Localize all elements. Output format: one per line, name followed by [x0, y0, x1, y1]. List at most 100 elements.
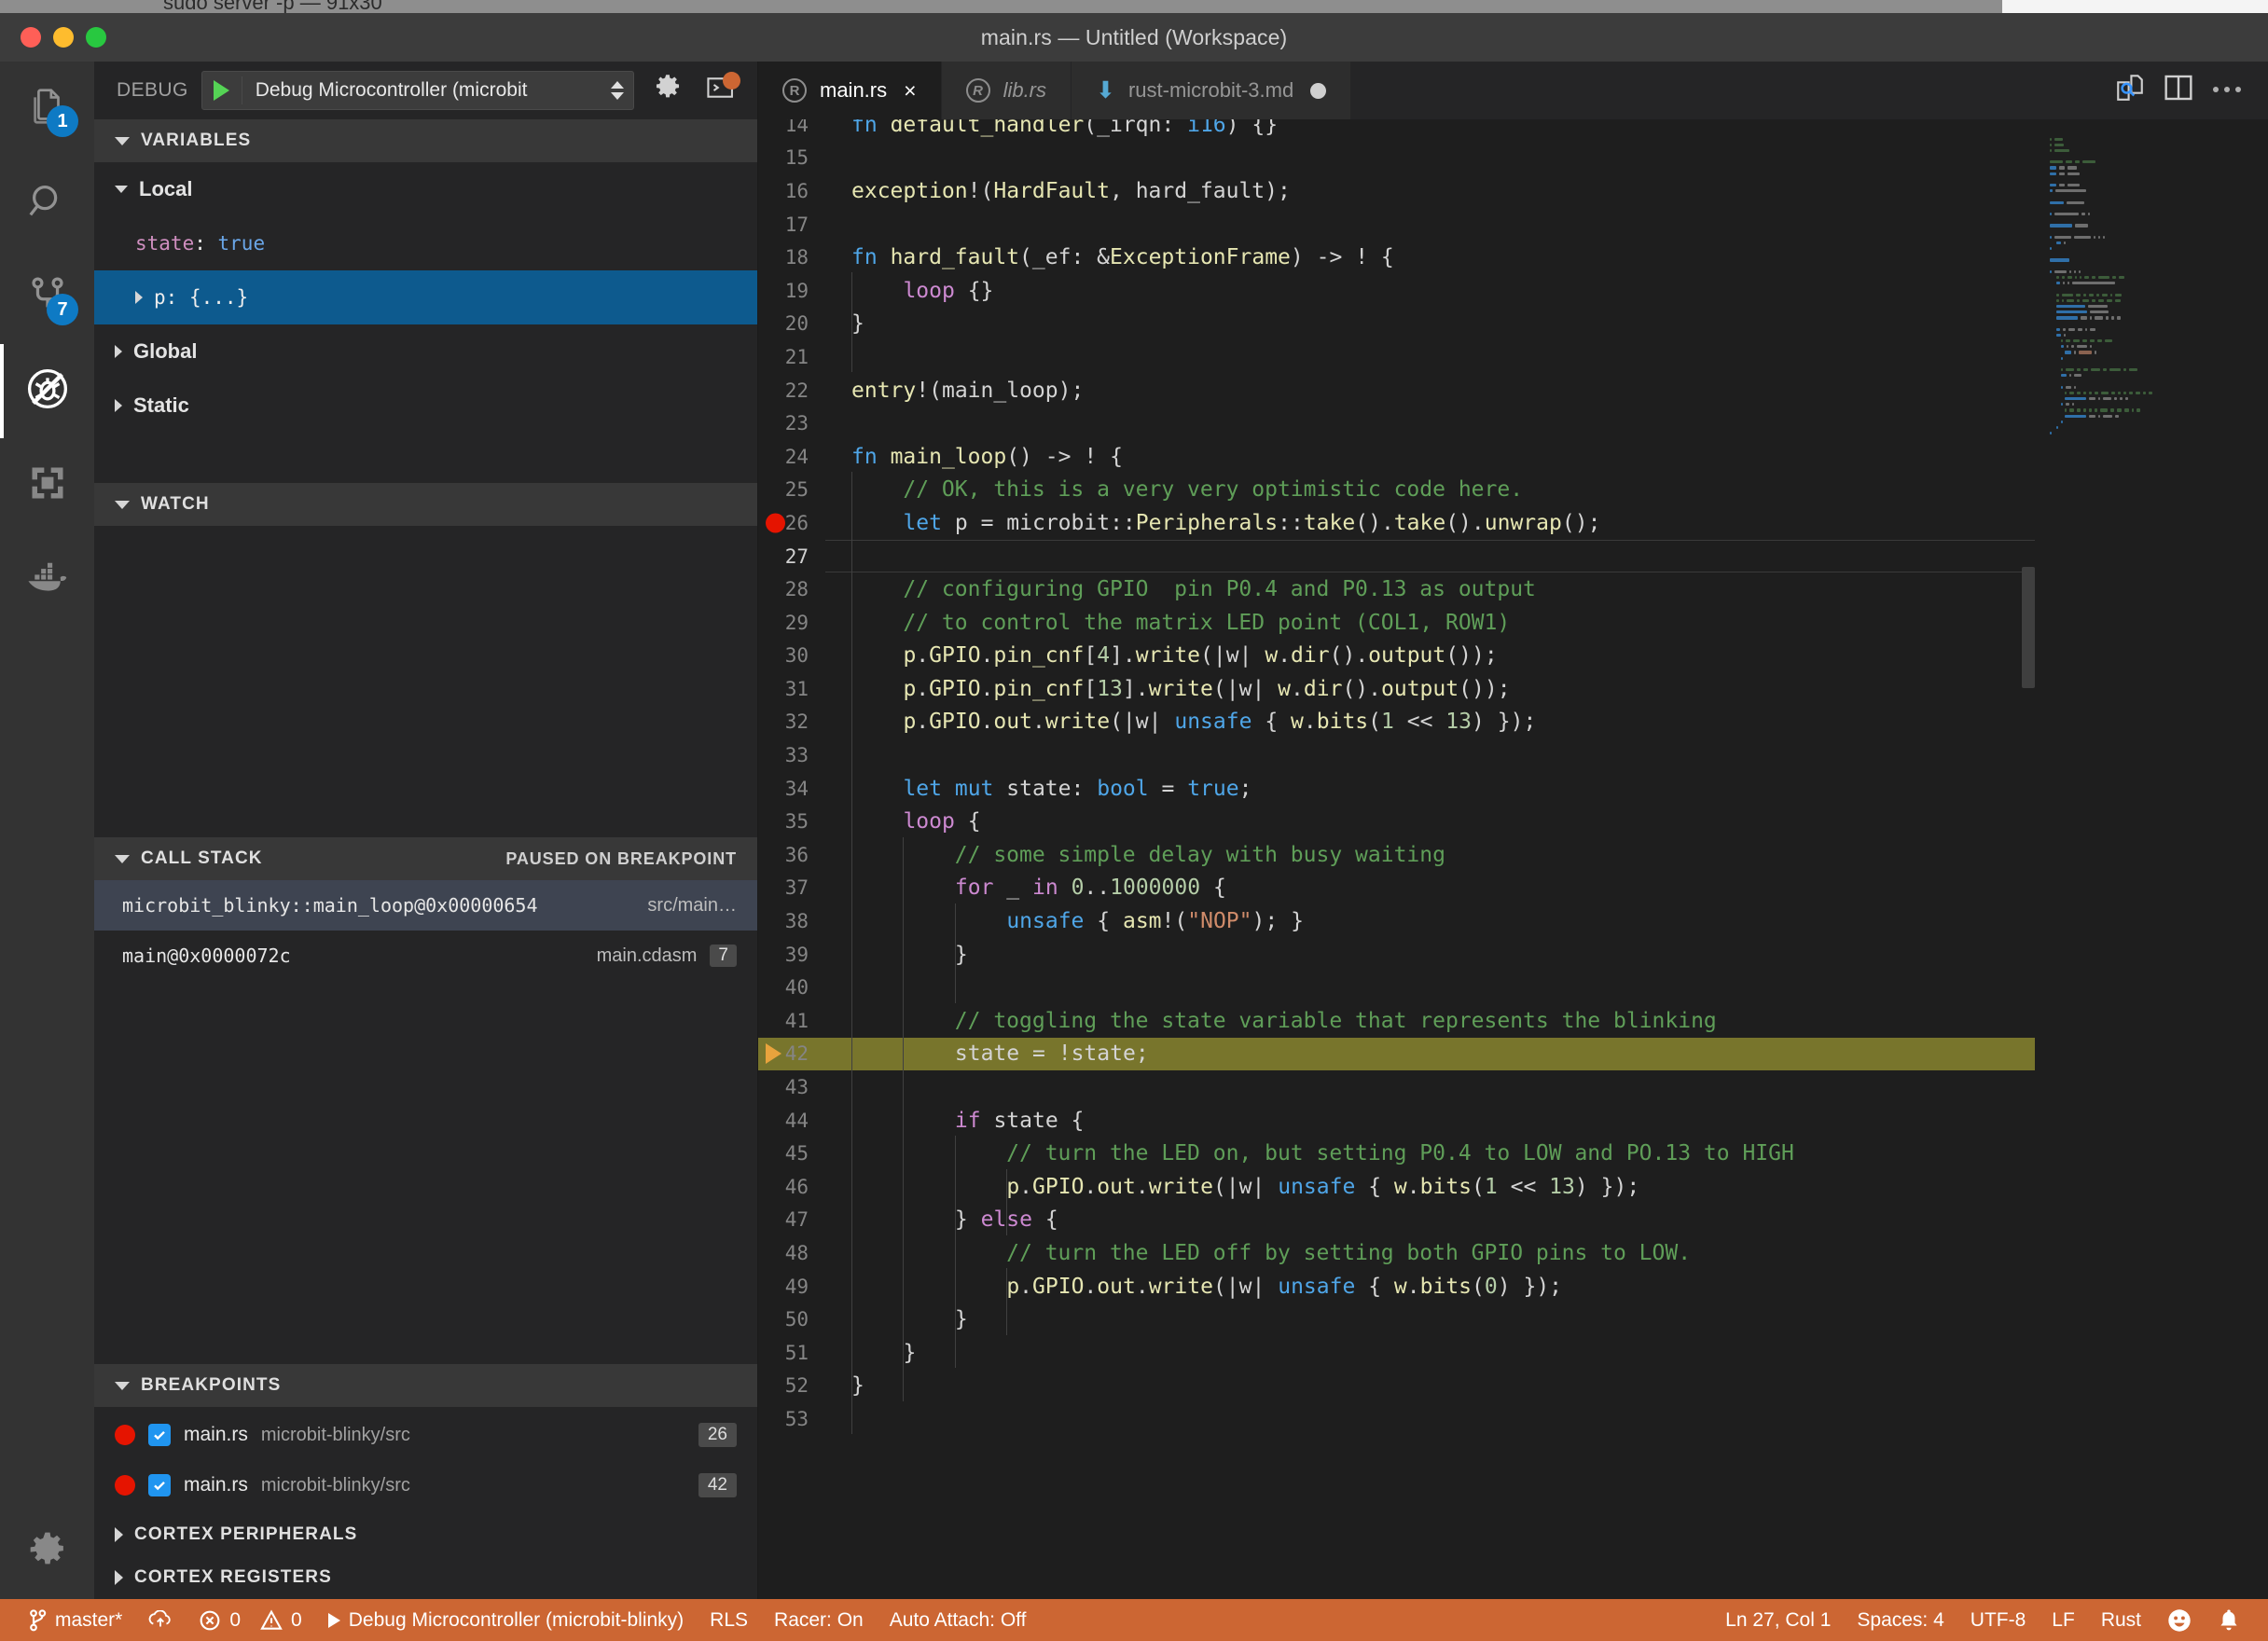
line-number[interactable]: 53	[758, 1408, 825, 1430]
code-line[interactable]: 35 loop {	[758, 805, 2035, 838]
line-number[interactable]: 20	[758, 312, 825, 335]
activity-item-explorer[interactable]: 1	[0, 62, 94, 156]
breakpoint-checkbox[interactable]	[148, 1474, 171, 1496]
code-line[interactable]: 45 // turn the LED on, but setting P0.4 …	[758, 1137, 2035, 1170]
code-line[interactable]: 21	[758, 340, 2035, 374]
code-line[interactable]: 28 // configuring GPIO pin P0.4 and P0.1…	[758, 572, 2035, 606]
line-number[interactable]: 47	[758, 1208, 825, 1231]
open-launch-settings-button[interactable]	[647, 70, 688, 111]
line-number[interactable]: 18	[758, 246, 825, 269]
cortex-registers-section-header[interactable]: CORTEX REGISTERS	[94, 1556, 757, 1599]
code-line[interactable]: 37 for _ in 0..1000000 {	[758, 872, 2035, 905]
code-line[interactable]: 32 p.GPIO.out.write(|w| unsafe { w.bits(…	[758, 706, 2035, 739]
status-sync[interactable]	[135, 1599, 186, 1641]
status-problems[interactable]: 0 0	[186, 1599, 314, 1641]
scrollbar-thumb[interactable]	[2022, 567, 2035, 688]
code-line[interactable]: 14 fn default_handler(_irqn: i16) {}	[758, 119, 2035, 142]
line-number[interactable]: 31	[758, 678, 825, 700]
code-line[interactable]: 23	[758, 407, 2035, 440]
code-line[interactable]: 19 loop {}	[758, 274, 2035, 308]
code-line[interactable]: 24 fn main_loop() -> ! {	[758, 440, 2035, 474]
line-number[interactable]: 51	[758, 1342, 825, 1364]
breakpoints-section-header[interactable]: BREAKPOINTS	[94, 1364, 757, 1407]
line-number[interactable]: 45	[758, 1142, 825, 1165]
line-number[interactable]: 34	[758, 778, 825, 800]
code-line[interactable]: 22 entry!(main_loop);	[758, 374, 2035, 407]
code-line[interactable]: 48 // turn the LED off by setting both G…	[758, 1236, 2035, 1270]
line-number[interactable]: 41	[758, 1010, 825, 1032]
code-line[interactable]: 52}	[758, 1370, 2035, 1403]
line-number[interactable]: 44	[758, 1110, 825, 1132]
line-number[interactable]: 37	[758, 876, 825, 899]
code-line[interactable]: 41 // toggling the state variable that r…	[758, 1004, 2035, 1038]
breakpoint-row[interactable]: main.rs microbit-blinky/src 26	[94, 1415, 757, 1455]
breakpoint-checkbox[interactable]	[148, 1424, 171, 1446]
line-number[interactable]: 42	[758, 1042, 825, 1065]
code-line[interactable]: 51 }	[758, 1336, 2035, 1370]
code-line[interactable]: 40	[758, 971, 2035, 1004]
watch-list[interactable]	[94, 526, 757, 837]
chevron-right-icon[interactable]	[135, 291, 143, 304]
close-icon[interactable]: ×	[904, 79, 916, 102]
code-line[interactable]: 49 p.GPIO.out.write(|w| unsafe { w.bits(…	[758, 1270, 2035, 1303]
line-number[interactable]: 39	[758, 944, 825, 966]
variable-row-state[interactable]: state: true	[94, 216, 757, 270]
zoom-window-button[interactable]	[86, 27, 106, 48]
line-number[interactable]: 32	[758, 710, 825, 733]
editor-vertical-scrollbar[interactable]	[2022, 119, 2035, 1599]
code-line[interactable]: 42 state = !state;	[758, 1037, 2035, 1071]
line-number[interactable]: 46	[758, 1176, 825, 1198]
code-line[interactable]: 47 } else {	[758, 1204, 2035, 1237]
status-racer[interactable]: Racer: On	[761, 1599, 877, 1641]
activity-item-manage[interactable]	[0, 1506, 94, 1599]
status-indentation[interactable]: Spaces: 4	[1844, 1599, 1957, 1641]
code-line[interactable]: 29 // to control the matrix LED point (C…	[758, 606, 2035, 640]
code-line[interactable]: 20}	[758, 308, 2035, 341]
status-rls[interactable]: RLS	[697, 1599, 761, 1641]
activity-item-search[interactable]	[0, 156, 94, 250]
status-feedback[interactable]	[2154, 1599, 2205, 1641]
code-line[interactable]: 38 unsafe { asm!("NOP"); }	[758, 904, 2035, 938]
line-number[interactable]: 19	[758, 280, 825, 302]
status-auto-attach[interactable]: Auto Attach: Off	[877, 1599, 1040, 1641]
code-line[interactable]: 31 p.GPIO.pin_cnf[13].write(|w| w.dir().…	[758, 672, 2035, 706]
start-debugging-button[interactable]	[202, 80, 242, 101]
line-number[interactable]: 27	[758, 545, 825, 568]
line-number[interactable]: 43	[758, 1076, 825, 1098]
line-number[interactable]: 23	[758, 412, 825, 434]
breakpoint-row[interactable]: main.rs microbit-blinky/src 42	[94, 1466, 757, 1505]
close-window-button[interactable]	[21, 27, 41, 48]
status-language-mode[interactable]: Rust	[2088, 1599, 2154, 1641]
variables-scope-global[interactable]: Global	[94, 324, 757, 379]
code-line[interactable]: 18 fn hard_fault(_ef: &ExceptionFrame) ->…	[758, 241, 2035, 274]
line-number[interactable]: 36	[758, 844, 825, 866]
split-editor-button[interactable]	[2158, 70, 2199, 111]
tab-lib-rs[interactable]: R lib.rs	[941, 62, 1072, 119]
code-line[interactable]: 43	[758, 1070, 2035, 1104]
line-number[interactable]: 26	[758, 512, 825, 534]
status-eol[interactable]: LF	[2039, 1599, 2088, 1641]
activity-item-source-control[interactable]: 7	[0, 250, 94, 344]
line-number[interactable]: 33	[758, 744, 825, 766]
call-stack-frame[interactable]: main@0x0000072c main.cdasm 7	[94, 931, 757, 981]
code-line[interactable]: 17	[758, 208, 2035, 241]
line-number[interactable]: 16	[758, 180, 825, 202]
line-number[interactable]: 50	[758, 1308, 825, 1331]
debug-configuration-select[interactable]: Debug Microcontroller (microbit	[201, 71, 634, 110]
code-line[interactable]: 30 p.GPIO.pin_cnf[4].write(|w| w.dir().o…	[758, 640, 2035, 673]
code-line[interactable]: 33	[758, 738, 2035, 772]
code-view[interactable]: 14 fn default_handler(_irqn: i16) {} 15 16 e…	[758, 119, 2035, 1599]
dirty-indicator-icon[interactable]	[1310, 82, 1327, 99]
code-line[interactable]: 15	[758, 142, 2035, 175]
tab-main-rs[interactable]: R main.rs ×	[758, 62, 942, 119]
cortex-peripherals-section-header[interactable]: CORTEX PERIPHERALS	[94, 1513, 757, 1556]
status-notifications[interactable]	[2205, 1599, 2253, 1641]
tab-rust-microbit-3-md[interactable]: ⬇ rust-microbit-3.md	[1072, 62, 1352, 119]
variables-section-header[interactable]: VARIABLES	[94, 119, 757, 162]
status-encoding[interactable]: UTF-8	[1957, 1599, 2040, 1641]
code-line[interactable]: 25 // OK, this is a very very optimistic…	[758, 474, 2035, 507]
code-line[interactable]: 26 let p = microbit::Peripherals::take()…	[758, 506, 2035, 540]
line-number[interactable]: 21	[758, 346, 825, 368]
line-number[interactable]: 29	[758, 612, 825, 634]
code-line[interactable]: 39 }	[758, 938, 2035, 972]
